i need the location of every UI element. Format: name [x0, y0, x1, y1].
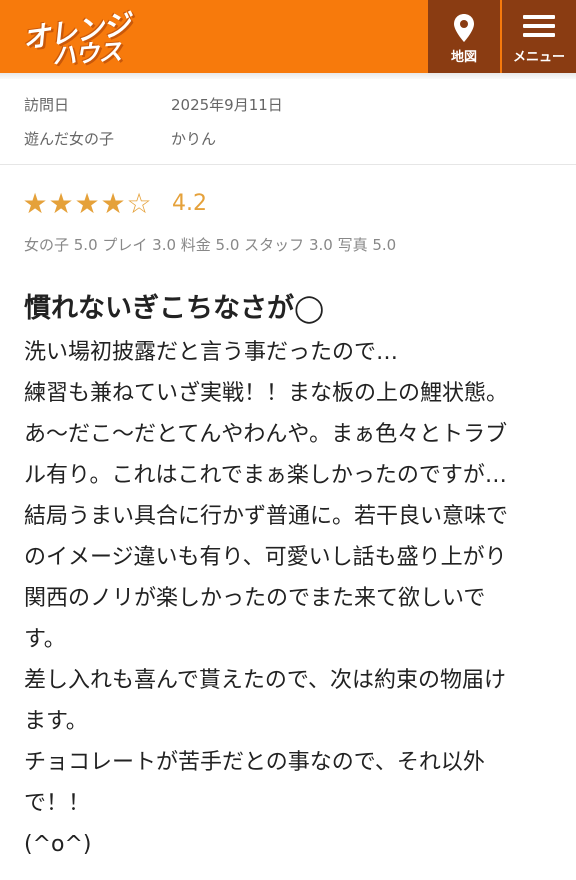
- rating-score: 4.2: [172, 191, 207, 216]
- star-filled-icon: ★: [100, 187, 126, 220]
- review-line: チョコレートが苦手だとの事なので、それ以外: [24, 750, 485, 775]
- section-divider: [0, 164, 576, 165]
- map-button[interactable]: 地図: [428, 0, 500, 73]
- visit-info: 訪問日 2025年9月11日 遊んだ女の子 かりん: [24, 94, 554, 162]
- site-header: オレンジ ハウス 地図 メニュー: [0, 0, 576, 73]
- girl-label: 遊んだ女の子: [24, 130, 115, 148]
- visit-date-value: 2025年9月11日: [171, 96, 283, 114]
- visit-date-row: 訪問日 2025年9月11日: [24, 94, 554, 128]
- header-shadow: [0, 73, 576, 79]
- logo-text-line2: ハウス: [51, 37, 123, 71]
- review-title: 慣れないぎこちなさが◯: [24, 293, 325, 324]
- review-line: (^o^): [24, 832, 92, 857]
- review-body: 洗い場初披露だと言う事だったので… 練習も兼ねていざ実戦！！まな板の上の鯉状態。あ…: [24, 332, 554, 865]
- star-filled-icon: ★: [48, 187, 74, 220]
- review-line: 練習も兼ねていざ実戦！！まな板の上の鯉状態。: [24, 381, 509, 406]
- star-filled-icon: ★: [22, 187, 48, 220]
- hamburger-menu-icon: [523, 13, 555, 43]
- sub-scores: 女の子 5.0 プレイ 3.0 料金 5.0 スタッフ 3.0 写真 5.0: [24, 236, 397, 254]
- star-empty-icon: ☆: [126, 187, 152, 220]
- review-line: で！！: [24, 791, 91, 816]
- review-line: のイメージ違いも有り、可愛いし話も盛り上がり: [24, 545, 507, 570]
- girl-row: 遊んだ女の子 かりん: [24, 128, 554, 162]
- review-line: あ〜だこ〜だとてんやわんや。まぁ色々とトラブ: [24, 422, 508, 447]
- map-pin-icon: [453, 13, 475, 47]
- site-logo[interactable]: オレンジ ハウス: [20, 8, 140, 71]
- girl-value: かりん: [171, 130, 217, 148]
- review-line: 差し入れも喜んで貰えたので、次は約束の物届け: [24, 668, 507, 693]
- menu-button[interactable]: メニュー: [502, 0, 576, 73]
- star-filled-icon: ★: [74, 187, 100, 220]
- review-line: 結局うまい具合に行かず普通に。若干良い意味で: [24, 504, 509, 529]
- review-line: 関西のノリが楽しかったのでまた来て欲しいで: [24, 586, 486, 611]
- review-line: 洗い場初披露だと言う事だったので…: [24, 340, 399, 365]
- map-button-label: 地図: [450, 50, 477, 65]
- visit-date-label: 訪問日: [24, 96, 70, 114]
- menu-button-label: メニュー: [512, 50, 565, 65]
- review-line: ル有り。これはこれでまぁ楽しかったのですが…: [24, 463, 507, 488]
- star-rating: ★★★★☆: [22, 187, 152, 221]
- review-line: ます。: [24, 709, 88, 734]
- review-line: す。: [24, 627, 66, 652]
